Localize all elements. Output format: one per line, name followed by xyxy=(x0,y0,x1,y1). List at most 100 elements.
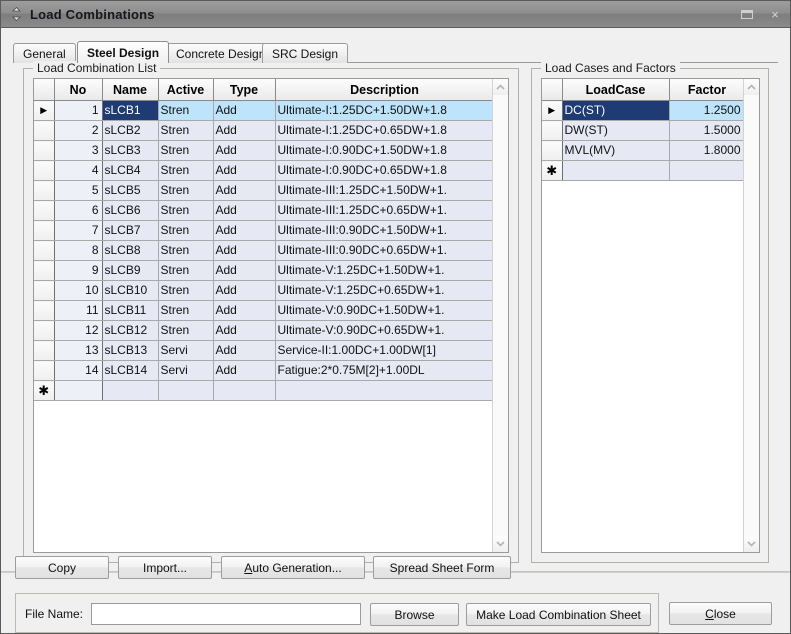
table-row[interactable]: ▶ DC(ST) 1.2500 xyxy=(542,100,746,121)
scroll-up-icon[interactable] xyxy=(744,79,759,95)
row-selector-cell[interactable] xyxy=(34,300,55,321)
cell-factor[interactable]: 1.8000 xyxy=(669,140,746,161)
table-row[interactable]: 13 sLCB13 Servi Add Service-II:1.00DC+1.… xyxy=(34,340,495,361)
table-row[interactable]: MVL(MV) 1.8000 xyxy=(542,140,746,161)
cell-active[interactable]: Stren xyxy=(158,160,214,181)
load-cases-table[interactable]: LoadCase Factor ▶ DC(ST) 1.2500 DW(ST) 1… xyxy=(542,79,746,181)
cell-no[interactable]: 6 xyxy=(54,200,103,221)
cell-description[interactable]: Ultimate-V:1.25DC+0.65DW+1. xyxy=(275,280,495,301)
cell-no[interactable] xyxy=(54,380,103,401)
cell-active[interactable]: Stren xyxy=(158,280,214,301)
cell-type[interactable]: Add xyxy=(213,260,276,281)
load-cases-vertical-scrollbar[interactable] xyxy=(743,79,759,552)
cell-no[interactable]: 4 xyxy=(54,160,103,181)
cell-active[interactable]: Servi xyxy=(158,340,214,361)
cell-factor[interactable] xyxy=(669,160,746,181)
cell-no[interactable]: 9 xyxy=(54,260,103,281)
cell-type[interactable]: Add xyxy=(213,100,276,121)
cell-description[interactable]: Ultimate-III:0.90DC+1.50DW+1. xyxy=(275,220,495,241)
tab-steel-design[interactable]: Steel Design xyxy=(77,41,170,63)
cell-description[interactable]: Ultimate-III:1.25DC+1.50DW+1. xyxy=(275,180,495,201)
table-row[interactable]: 9 sLCB9 Stren Add Ultimate-V:1.25DC+1.50… xyxy=(34,260,495,281)
table-row[interactable]: 11 sLCB11 Stren Add Ultimate-V:0.90DC+1.… xyxy=(34,300,495,321)
cell-type[interactable]: Add xyxy=(213,320,276,341)
row-selector-cell[interactable] xyxy=(542,120,563,141)
cell-type[interactable]: Add xyxy=(213,180,276,201)
cell-description[interactable] xyxy=(275,380,495,401)
scroll-up-icon[interactable] xyxy=(493,79,508,95)
cell-no[interactable]: 7 xyxy=(54,220,103,241)
col-header-active[interactable]: Active xyxy=(158,79,214,101)
cell-name[interactable]: sLCB12 xyxy=(102,320,159,341)
table-row[interactable]: 2 sLCB2 Stren Add Ultimate-I:1.25DC+0.65… xyxy=(34,120,495,141)
cell-name[interactable]: sLCB1 xyxy=(102,100,159,121)
table-row[interactable]: DW(ST) 1.5000 xyxy=(542,120,746,141)
cell-type[interactable]: Add xyxy=(213,120,276,141)
cell-name[interactable]: sLCB9 xyxy=(102,260,159,281)
scroll-down-icon[interactable] xyxy=(493,536,508,552)
col-header-name[interactable]: Name xyxy=(102,79,159,101)
row-selector-cell[interactable] xyxy=(34,320,55,341)
table-new-row[interactable]: ✱ xyxy=(34,380,495,401)
cell-no[interactable]: 12 xyxy=(54,320,103,341)
col-header-description[interactable]: Description xyxy=(275,79,495,101)
row-selector-cell[interactable] xyxy=(34,180,55,201)
col-header-selector[interactable] xyxy=(542,79,563,101)
tab-general[interactable]: General xyxy=(13,43,76,63)
table-row[interactable]: 12 sLCB12 Stren Add Ultimate-V:0.90DC+0.… xyxy=(34,320,495,341)
cell-active[interactable]: Stren xyxy=(158,220,214,241)
cell-active[interactable]: Stren xyxy=(158,260,214,281)
cell-no[interactable]: 1 xyxy=(54,100,103,121)
table-row[interactable]: 14 sLCB14 Servi Add Fatigue:2*0.75M[2]+1… xyxy=(34,360,495,381)
row-selector-cell[interactable]: ▶ xyxy=(542,100,563,121)
row-selector-cell[interactable] xyxy=(34,240,55,261)
cell-active[interactable]: Stren xyxy=(158,120,214,141)
cell-type[interactable]: Add xyxy=(213,140,276,161)
cell-name[interactable]: sLCB5 xyxy=(102,180,159,201)
make-load-combination-sheet-button[interactable]: Make Load Combination Sheet xyxy=(466,603,651,626)
new-row-marker-cell[interactable]: ✱ xyxy=(542,160,563,181)
close-window-button[interactable]: × xyxy=(766,5,784,23)
cell-name[interactable]: sLCB4 xyxy=(102,160,159,181)
row-selector-cell[interactable] xyxy=(34,200,55,221)
row-selector-cell[interactable]: ▶ xyxy=(34,100,55,121)
cell-no[interactable]: 2 xyxy=(54,120,103,141)
row-selector-cell[interactable] xyxy=(34,340,55,361)
table-row[interactable]: 5 sLCB5 Stren Add Ultimate-III:1.25DC+1.… xyxy=(34,180,495,201)
col-header-factor[interactable]: Factor xyxy=(669,79,746,101)
col-header-type[interactable]: Type xyxy=(213,79,276,101)
cell-name[interactable]: sLCB8 xyxy=(102,240,159,261)
cell-description[interactable]: Ultimate-III:1.25DC+0.65DW+1. xyxy=(275,200,495,221)
cell-description[interactable]: Ultimate-V:0.90DC+1.50DW+1. xyxy=(275,300,495,321)
table-row[interactable]: 4 sLCB4 Stren Add Ultimate-I:0.90DC+0.65… xyxy=(34,160,495,181)
new-row-marker-cell[interactable]: ✱ xyxy=(34,380,55,401)
cell-no[interactable]: 13 xyxy=(54,340,103,361)
cell-description[interactable]: Ultimate-III:0.90DC+0.65DW+1. xyxy=(275,240,495,261)
cell-type[interactable] xyxy=(213,380,276,401)
cell-active[interactable]: Stren xyxy=(158,200,214,221)
cell-loadcase[interactable]: DW(ST) xyxy=(562,120,670,141)
cell-no[interactable]: 10 xyxy=(54,280,103,301)
cell-name[interactable]: sLCB10 xyxy=(102,280,159,301)
cell-name[interactable]: sLCB3 xyxy=(102,140,159,161)
cell-type[interactable]: Add xyxy=(213,340,276,361)
cell-type[interactable]: Add xyxy=(213,160,276,181)
row-selector-cell[interactable] xyxy=(34,160,55,181)
table-row[interactable]: 8 sLCB8 Stren Add Ultimate-III:0.90DC+0.… xyxy=(34,240,495,261)
cell-loadcase[interactable]: DC(ST) xyxy=(562,100,670,121)
cell-name[interactable]: sLCB14 xyxy=(102,360,159,381)
row-selector-cell[interactable] xyxy=(542,140,563,161)
col-header-loadcase[interactable]: LoadCase xyxy=(562,79,670,101)
cell-description[interactable]: Ultimate-I:1.25DC+1.50DW+1.8 xyxy=(275,100,495,121)
cell-no[interactable]: 14 xyxy=(54,360,103,381)
cell-description[interactable]: Ultimate-V:0.90DC+0.65DW+1. xyxy=(275,320,495,341)
table-row[interactable]: 6 sLCB6 Stren Add Ultimate-III:1.25DC+0.… xyxy=(34,200,495,221)
cell-name[interactable]: sLCB7 xyxy=(102,220,159,241)
table-row[interactable]: 10 sLCB10 Stren Add Ultimate-V:1.25DC+0.… xyxy=(34,280,495,301)
cell-type[interactable]: Add xyxy=(213,360,276,381)
load-combination-table[interactable]: No Name Active Type Description ▶ 1 sLCB… xyxy=(34,79,495,401)
spread-sheet-form-button[interactable]: Spread Sheet Form xyxy=(373,556,511,579)
cell-description[interactable]: Ultimate-I:1.25DC+0.65DW+1.8 xyxy=(275,120,495,141)
file-name-input[interactable] xyxy=(91,603,361,625)
cell-active[interactable]: Stren xyxy=(158,300,214,321)
